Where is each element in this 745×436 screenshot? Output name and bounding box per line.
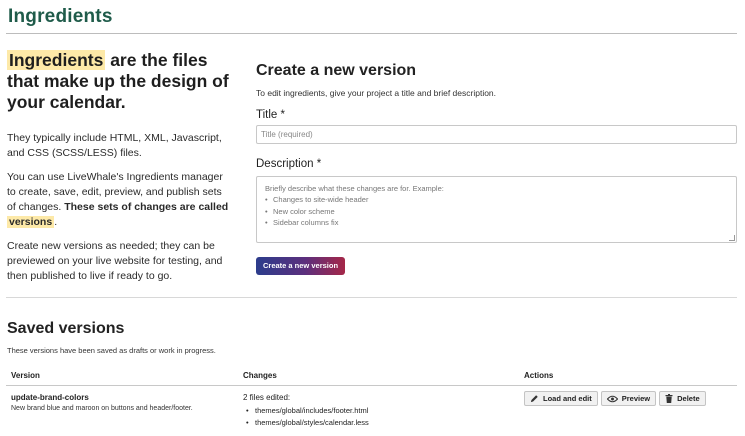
- intro-paragraph-1: They typically include HTML, XML, Javasc…: [7, 132, 222, 159]
- page-title: Ingredients: [8, 6, 113, 27]
- version-description: New brand blue and maroon on buttons and…: [11, 405, 193, 412]
- version-actions: Load and edit Preview Delete: [524, 391, 706, 406]
- resize-handle[interactable]: [729, 235, 735, 241]
- changed-files-list: themes/global/includes/footer.html theme…: [243, 405, 513, 429]
- title-input[interactable]: [256, 125, 737, 144]
- section-divider: [6, 297, 737, 298]
- intro-p2-bold: These sets of changes are called: [64, 201, 229, 213]
- preview-label: Preview: [621, 394, 651, 403]
- saved-versions-title: Saved versions: [7, 320, 125, 337]
- description-example: Sidebar columns fix: [265, 217, 728, 229]
- trash-icon: [665, 394, 673, 403]
- description-placeholder-intro: Briefly describe what these changes are …: [265, 184, 444, 193]
- changes-count: 2 files edited:: [243, 393, 291, 402]
- load-and-edit-button[interactable]: Load and edit: [524, 391, 598, 406]
- version-changes: 2 files edited: themes/global/includes/f…: [243, 392, 513, 429]
- form-title: Create a new version: [256, 62, 417, 79]
- intro-heading-highlight: Ingredients: [7, 50, 106, 70]
- saved-versions-help: These versions have been saved as drafts…: [7, 346, 216, 355]
- column-header-actions: Actions: [524, 371, 554, 380]
- eye-icon: [606, 395, 618, 403]
- intro-p2-highlight: versions: [7, 216, 55, 228]
- description-example: New color scheme: [265, 206, 728, 218]
- pencil-icon: [530, 394, 539, 403]
- delete-label: Delete: [677, 394, 700, 403]
- delete-button[interactable]: Delete: [659, 391, 706, 406]
- form-help-text: To edit ingredients, give your project a…: [256, 88, 497, 98]
- intro-section: Ingredients are the files that make up t…: [7, 50, 232, 284]
- table-header-divider: [6, 385, 737, 386]
- column-header-version: Version: [11, 371, 40, 380]
- description-example: Changes to site-wide header: [265, 194, 728, 206]
- intro-paragraph-3: Create new versions as needed; they can …: [7, 240, 223, 282]
- intro-paragraph-2: You can use LiveWhale's Ingredients mana…: [7, 170, 232, 230]
- title-label: Title *: [256, 109, 285, 121]
- create-version-button[interactable]: Create a new version: [256, 257, 346, 275]
- description-textarea[interactable]: Briefly describe what these changes are …: [256, 176, 737, 243]
- preview-button[interactable]: Preview: [600, 391, 657, 406]
- create-version-form: Create a new version To edit ingredients…: [256, 62, 738, 275]
- title-divider: [6, 33, 737, 34]
- load-and-edit-label: Load and edit: [543, 394, 592, 403]
- version-name: update-brand-colors: [11, 393, 89, 402]
- changed-file: themes/global/includes/footer.html: [243, 405, 513, 417]
- intro-p2-end: .: [54, 216, 58, 228]
- intro-heading: Ingredients are the files that make up t…: [7, 50, 232, 113]
- changed-file: themes/global/styles/calendar.less: [243, 417, 513, 429]
- description-placeholder-list: Changes to site-wide header New color sc…: [265, 194, 728, 229]
- description-label: Description *: [256, 158, 322, 170]
- column-header-changes: Changes: [243, 371, 277, 380]
